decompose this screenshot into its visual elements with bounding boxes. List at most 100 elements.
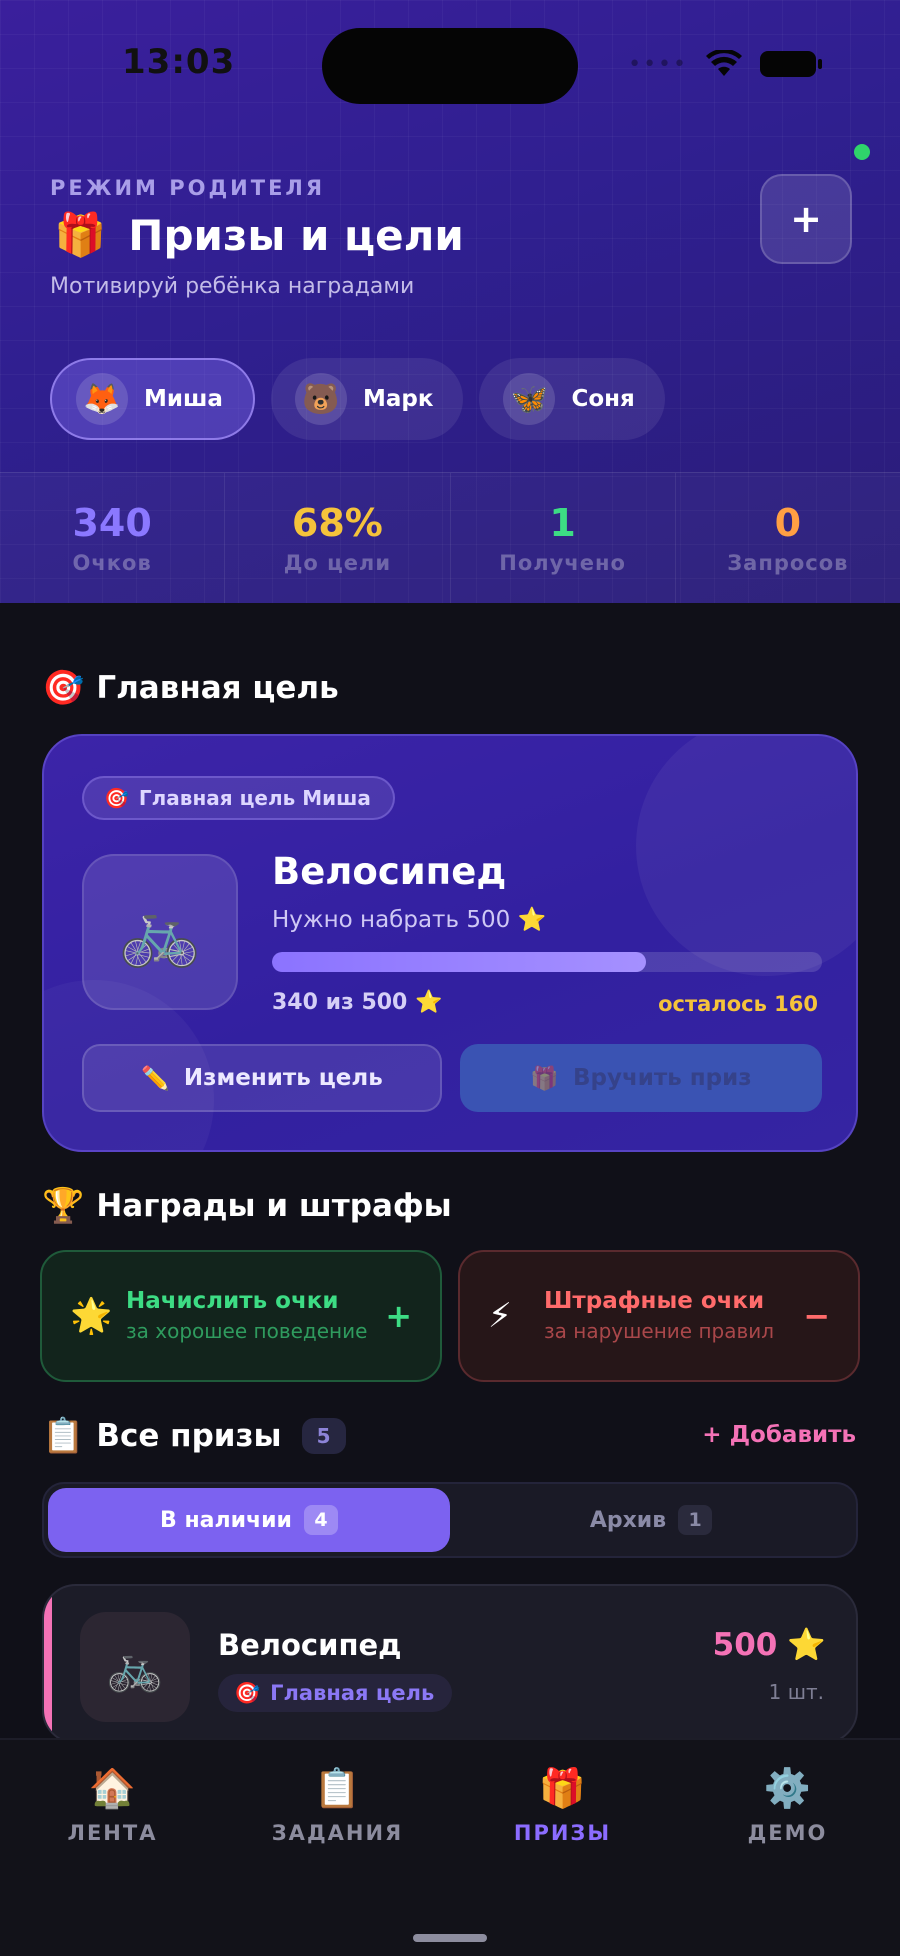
gift-icon: 🎁 [54,210,107,259]
goal-progress-count: 340 из 500 ⭐ [272,990,443,1015]
edit-goal-button[interactable]: ✏️ Изменить цель [82,1044,442,1112]
stat-points: 340 Очков [0,473,226,603]
prize-tag-label: Главная цель [270,1681,435,1705]
stat-value: 68% [291,501,383,545]
home-indicator [413,1934,487,1942]
child-name: Миша [144,386,223,412]
penalty-points-desc: за нарушение правил [544,1319,775,1343]
child-chip-mark[interactable]: 🐻 Марк [270,358,464,440]
gift-icon: 🎁 [538,1765,587,1810]
fox-avatar-icon: 🦊 [76,373,128,425]
section-title: Все призы [96,1418,282,1454]
penalty-points-button[interactable]: ⚡ Штрафные очки за нарушение правил − [458,1250,860,1382]
prize-price: 500 ⭐ [712,1626,826,1664]
online-indicator [854,144,870,160]
tab-prizes[interactable]: 🎁 ПРИЗЫ [450,1740,675,1870]
goal-tag: 🎯 Главная цель Миша [82,776,395,820]
page-title-text: Призы и цели [128,210,464,260]
bottom-tab-bar: 🏠 ЛЕНТА 📋 ЗАДАНИЯ 🎁 ПРИЗЫ ⚙️ ДЕМО [0,1738,900,1956]
section-title: Награды и штрафы [96,1188,452,1224]
add-prize-button[interactable]: + [760,174,852,264]
stat-to-goal: 68% До цели [225,473,451,603]
signal-icon: •••• [628,51,688,77]
stat-label: Получено [499,551,626,575]
child-name: Соня [571,386,635,412]
main-goal-card: 🎯 Главная цель Миша 🚲 Велосипед Нужно на… [42,734,858,1152]
goal-requirement: Нужно набрать 500 ⭐ [272,907,547,933]
header-hero: 13:03 •••• РЕЖИМ РОДИТЕЛЯ 🎁 Призы и цели… [0,0,900,603]
tab-label: ПРИЗЫ [513,1820,612,1845]
gear-icon: ⚙️ [763,1765,812,1810]
goal-progress-bar [272,952,822,972]
prize-name: Велосипед [218,1628,402,1662]
stat-value: 0 [774,501,802,545]
prizes-count-badge: 5 [301,1418,346,1454]
section-all-prizes: 📋 Все призы 5 [42,1416,346,1456]
clipboard-icon: 📋 [313,1765,362,1810]
goal-tag-label: Главная цель Миша [138,786,371,810]
tab-count: 4 [303,1505,338,1535]
prize-tag: 🎯 Главная цель [218,1674,453,1712]
tab-label: ДЕМО [747,1820,828,1845]
minus-icon: − [803,1297,830,1335]
tab-archive[interactable]: Архив 1 [450,1488,852,1552]
dynamic-island [322,28,578,104]
bear-avatar-icon: 🐻 [294,373,347,425]
butterfly-avatar-icon: 🦋 [503,373,556,425]
bicycle-icon: 🚲 [82,854,238,1010]
battery-icon [760,51,822,77]
tab-label: ЗАДАНИЯ [271,1820,404,1845]
goal-progress-fill [272,952,646,972]
stat-requests: 0 Запросов [676,473,900,603]
section-rewards: 🏆 Награды и штрафы [42,1186,452,1226]
status-time: 13:03 [122,42,236,82]
prize-price-value: 500 [712,1626,778,1663]
target-icon: 🎯 [42,668,85,708]
stat-value: 340 [72,501,152,545]
target-icon: 🎯 [234,1680,261,1705]
clipboard-icon: 📋 [42,1416,85,1456]
child-chip-misha[interactable]: 🦊 Миша [50,358,255,440]
child-selector: 🦊 Миша 🐻 Марк 🦋 Соня [50,358,665,440]
add-points-desc: за хорошее поведение [126,1319,368,1343]
tab-label: ЛЕНТА [67,1820,158,1845]
tab-tasks[interactable]: 📋 ЗАДАНИЯ [225,1740,450,1870]
edit-goal-label: Изменить цель [183,1065,383,1091]
prize-filter-tabs: В наличии 4 Архив 1 [42,1482,858,1558]
tab-feed[interactable]: 🏠 ЛЕНТА [0,1740,225,1870]
gift-icon: 🎁 [530,1065,560,1092]
star-icon: 🌟 [70,1296,113,1336]
add-points-button[interactable]: 🌟 Начислить очки за хорошее поведение + [40,1250,442,1382]
pencil-icon: ✏️ [141,1065,170,1092]
decor-circle [636,736,856,976]
tab-label: В наличии [160,1507,292,1533]
goal-name: Велосипед [272,850,507,893]
stats-bar: 340 Очков 68% До цели 1 Получено 0 Запро… [0,472,900,603]
house-icon: 🏠 [88,1765,137,1810]
target-icon: 🎯 [104,786,129,810]
bicycle-icon: 🚲 [80,1612,190,1722]
tab-available[interactable]: В наличии 4 [48,1488,450,1552]
tab-count: 1 [678,1505,713,1535]
lightning-icon: ⚡ [488,1296,512,1336]
give-prize-label: Вручить приз [573,1065,752,1091]
star-icon: ⭐ [787,1627,826,1663]
add-prize-link[interactable]: + Добавить [702,1422,856,1448]
prize-accent-stripe [44,1586,52,1742]
mode-label: РЕЖИМ РОДИТЕЛЯ [50,176,326,200]
status-icons: •••• [628,50,822,78]
stat-label: До цели [283,551,392,575]
stat-received: 1 Получено [451,473,676,603]
prize-card[interactable]: 🚲 Велосипед 🎯 Главная цель 500 ⭐ 1 шт. [42,1584,858,1744]
stat-label: Запросов [727,551,849,575]
tab-label: Архив [589,1507,667,1533]
page-title: 🎁 Призы и цели [54,210,464,260]
page-subtitle: Мотивируй ребёнка наградами [50,274,415,299]
wifi-icon [706,50,742,76]
penalty-points-title: Штрафные очки [544,1288,765,1314]
child-chip-sonya[interactable]: 🦋 Соня [479,358,665,440]
give-prize-button[interactable]: 🎁 Вручить приз [460,1044,822,1112]
tab-demo[interactable]: ⚙️ ДЕМО [675,1740,900,1870]
section-title: Главная цель [96,670,339,706]
add-points-title: Начислить очки [126,1288,339,1314]
